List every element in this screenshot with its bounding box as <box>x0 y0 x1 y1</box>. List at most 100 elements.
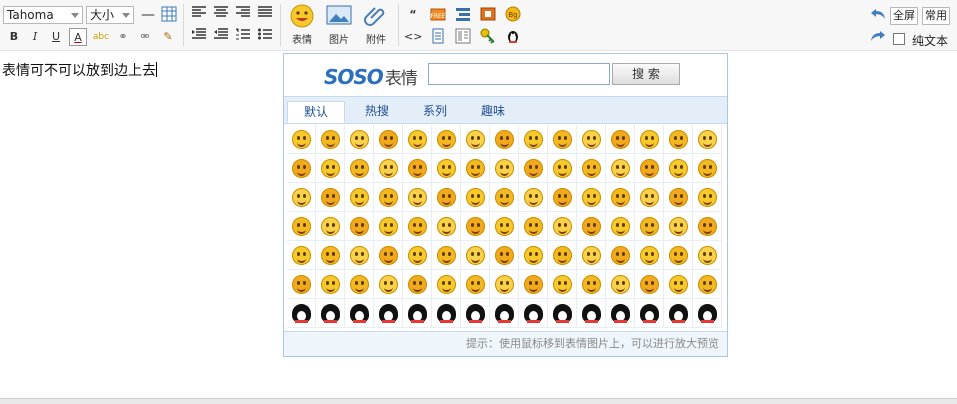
emoticon-cell[interactable] <box>693 241 722 270</box>
emoticon-cell[interactable] <box>374 212 403 241</box>
emoticon-cell[interactable] <box>548 183 577 212</box>
emoticon-cell[interactable] <box>490 154 519 183</box>
emoticon-cell[interactable] <box>606 212 635 241</box>
indent-icon[interactable] <box>190 28 208 46</box>
emoticon-cell[interactable] <box>403 299 432 328</box>
emoticon-cell[interactable] <box>606 241 635 270</box>
emoticon-cell[interactable] <box>519 212 548 241</box>
emoticon-cell[interactable] <box>519 270 548 299</box>
emoticon-cell[interactable] <box>635 154 664 183</box>
emoticon-cell[interactable] <box>490 125 519 154</box>
emoticon-cell[interactable] <box>519 183 548 212</box>
emoticon-cell[interactable] <box>577 183 606 212</box>
free-icon[interactable]: FREE <box>429 6 447 24</box>
emoticon-cell[interactable] <box>316 270 345 299</box>
emoticon-cell[interactable] <box>432 183 461 212</box>
media-icon[interactable] <box>454 6 472 24</box>
emoticon-cell[interactable] <box>635 212 664 241</box>
emoticon-cell[interactable] <box>374 241 403 270</box>
emoticon-cell[interactable] <box>316 183 345 212</box>
emoticon-cell[interactable] <box>461 154 490 183</box>
emoticon-search-input[interactable] <box>428 63 610 85</box>
emoticon-cell[interactable] <box>519 241 548 270</box>
key-icon[interactable] <box>479 28 497 46</box>
emoticon-cell[interactable] <box>548 154 577 183</box>
emoticon-cell[interactable] <box>664 154 693 183</box>
clear-format-icon[interactable]: ✎ <box>159 28 177 46</box>
emoticon-cell[interactable] <box>664 299 693 328</box>
undo-icon[interactable] <box>869 7 887 25</box>
emoticon-cell[interactable] <box>432 154 461 183</box>
emoticon-cell[interactable] <box>461 299 490 328</box>
emoticon-cell[interactable] <box>577 125 606 154</box>
emoticon-cell[interactable] <box>490 241 519 270</box>
emoticon-cell[interactable] <box>664 270 693 299</box>
font-family-select[interactable]: Tahoma <box>3 6 83 24</box>
tab-series[interactable]: 系列 <box>406 101 464 123</box>
emoticon-cell[interactable] <box>345 125 374 154</box>
emoticon-cell[interactable] <box>693 125 722 154</box>
align-right-icon[interactable] <box>234 6 252 24</box>
emoticon-cell[interactable] <box>316 125 345 154</box>
emoticon-cell[interactable] <box>664 183 693 212</box>
emoticon-cell[interactable] <box>577 154 606 183</box>
emoticon-cell[interactable] <box>490 299 519 328</box>
emoticon-cell[interactable] <box>577 241 606 270</box>
emoticon-cell[interactable] <box>316 241 345 270</box>
emoticon-cell[interactable] <box>316 212 345 241</box>
emoticon-cell[interactable] <box>374 270 403 299</box>
tab-fun[interactable]: 趣味 <box>464 101 522 123</box>
emoticon-cell[interactable] <box>432 241 461 270</box>
emoticon-cell[interactable] <box>403 154 432 183</box>
emoticon-cell[interactable] <box>693 212 722 241</box>
underline-icon[interactable]: U <box>47 28 65 46</box>
emoticon-cell[interactable] <box>461 183 490 212</box>
emoticon-cell[interactable] <box>403 183 432 212</box>
emoticon-cell[interactable] <box>287 241 316 270</box>
quote-icon[interactable]: “ <box>404 6 422 24</box>
emoticon-cell[interactable] <box>490 270 519 299</box>
emoticon-cell[interactable] <box>693 299 722 328</box>
emoticon-cell[interactable] <box>461 125 490 154</box>
font-size-select[interactable]: 大小 <box>86 6 134 24</box>
fullscreen-button[interactable]: 全屏 <box>890 7 918 25</box>
emoticon-cell[interactable] <box>490 212 519 241</box>
emoticon-cell[interactable] <box>287 212 316 241</box>
emoticon-cell[interactable] <box>432 125 461 154</box>
insert-attachment-button[interactable]: 附件 <box>359 4 393 48</box>
emoticon-cell[interactable] <box>287 299 316 328</box>
align-left-icon[interactable] <box>190 6 208 24</box>
ordered-list-icon[interactable] <box>234 28 252 46</box>
emoticon-cell[interactable] <box>374 183 403 212</box>
emoticon-cell[interactable] <box>461 241 490 270</box>
insert-emoticon-button[interactable]: 表情 <box>285 4 319 48</box>
table-icon[interactable] <box>160 6 178 24</box>
link-icon[interactable]: ⚭ <box>114 28 132 46</box>
emoticon-cell[interactable] <box>606 154 635 183</box>
unlink-icon[interactable]: ⚮ <box>136 28 154 46</box>
emoticon-cell[interactable] <box>403 125 432 154</box>
emoticon-cell[interactable] <box>693 270 722 299</box>
emoticon-cell[interactable] <box>635 183 664 212</box>
background-icon[interactable]: Bg <box>504 6 522 24</box>
emoticon-cell[interactable] <box>345 212 374 241</box>
bold-icon[interactable]: B <box>5 28 23 46</box>
highlight-icon[interactable]: abc <box>92 28 110 46</box>
tab-hot[interactable]: 热搜 <box>348 101 406 123</box>
emoticon-cell[interactable] <box>635 241 664 270</box>
emoticon-cell[interactable] <box>403 241 432 270</box>
emoticon-cell[interactable] <box>403 212 432 241</box>
emoticon-cell[interactable] <box>461 270 490 299</box>
emoticon-cell[interactable] <box>374 299 403 328</box>
emoticon-cell[interactable] <box>461 212 490 241</box>
common-button[interactable]: 常用 <box>922 7 950 25</box>
emoticon-cell[interactable] <box>519 299 548 328</box>
plain-text-checkbox[interactable] <box>893 33 905 45</box>
emoticon-cell[interactable] <box>548 299 577 328</box>
emoticon-cell[interactable] <box>432 299 461 328</box>
editor-content[interactable]: 表情可不可以放到边上去 <box>2 60 157 80</box>
emoticon-cell[interactable] <box>345 183 374 212</box>
emoticon-cell[interactable] <box>345 270 374 299</box>
emoticon-cell[interactable] <box>548 270 577 299</box>
emoticon-cell[interactable] <box>693 183 722 212</box>
